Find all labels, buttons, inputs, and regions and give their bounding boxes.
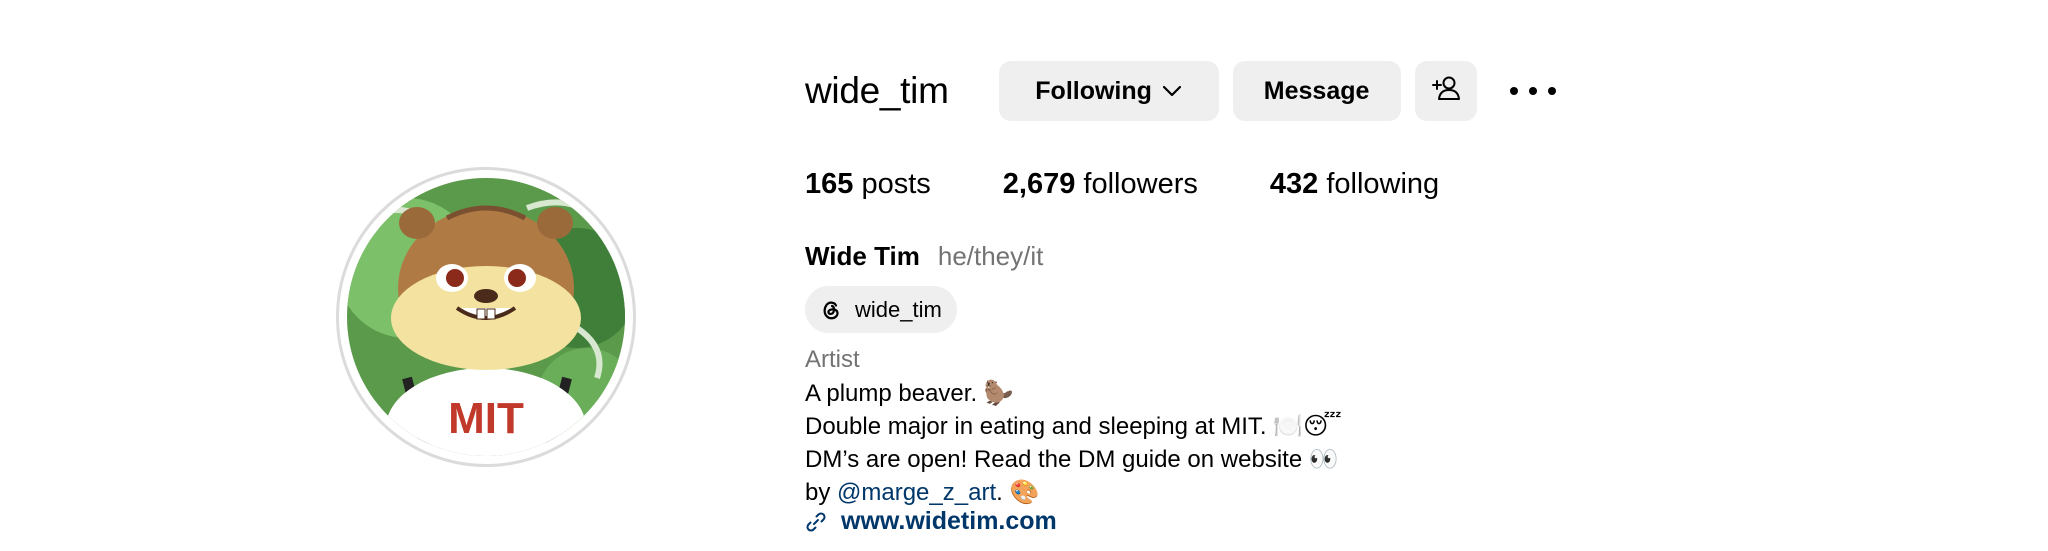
profile-pronouns: he/they/it — [937, 241, 1044, 271]
more-options-dot — [1529, 87, 1537, 95]
threads-badge[interactable]: wide_tim — [805, 286, 957, 333]
followers-count: 2,679 — [1002, 168, 1076, 200]
bio-by-suffix: . 🎨 — [996, 479, 1040, 506]
following-label: following — [1326, 168, 1440, 200]
followers-stat[interactable]: 2,679 followers — [1003, 168, 1198, 201]
following-count: 432 — [1269, 168, 1319, 200]
threads-handle: wide_tim — [855, 296, 942, 322]
website-link[interactable]: www.widetim.com — [841, 507, 1057, 536]
profile-bio: A plump beaver. 🦫 Double major in eating… — [805, 377, 1342, 509]
more-options-dot — [1548, 87, 1556, 95]
profile-avatar[interactable]: MIT — [336, 167, 636, 467]
add-person-icon — [1431, 75, 1461, 108]
more-options-button[interactable] — [1510, 71, 1556, 111]
posts-count: 165 — [805, 168, 854, 200]
chevron-down-icon — [1162, 85, 1182, 97]
profile-category: Artist — [805, 346, 860, 373]
following-button[interactable]: Following — [998, 61, 1219, 121]
profile-stats: 165 posts 2,679 followers 432 following — [805, 168, 1511, 201]
threads-icon — [817, 296, 845, 324]
bio-line: DM’s are open! Read the DM guide on webs… — [805, 446, 1339, 473]
following-button-label: Following — [1035, 76, 1152, 105]
posts-label: posts — [861, 168, 931, 200]
link-icon — [805, 511, 827, 533]
more-options-icon — [1510, 87, 1518, 95]
avatar-shirt-text: MIT — [448, 394, 524, 443]
bio-by-prefix: by — [805, 479, 838, 506]
suggested-accounts-button[interactable] — [1414, 61, 1477, 121]
message-button[interactable]: Message — [1232, 61, 1401, 121]
message-button-label: Message — [1263, 76, 1370, 105]
profile-username: wide_tim — [805, 70, 949, 111]
bio-line: Double major in eating and sleeping at M… — [805, 413, 1342, 440]
followers-label: followers — [1083, 168, 1198, 200]
profile-display-name: Wide Tim — [805, 241, 920, 271]
avatar-image: MIT — [347, 178, 625, 456]
posts-stat[interactable]: 165 posts — [805, 168, 931, 201]
following-stat[interactable]: 432 following — [1270, 168, 1439, 201]
bio-line: by @marge_z_art. 🎨 — [805, 476, 1342, 509]
name-row: Wide Tim he/they/it — [805, 241, 1043, 272]
bio-line: A plump beaver. 🦫 — [805, 380, 1014, 407]
website-link-row[interactable]: www.widetim.com — [805, 507, 1057, 536]
profile-header: wide_tim Following Message — [805, 61, 1491, 121]
mention-link[interactable]: @marge_z_art — [837, 479, 996, 506]
